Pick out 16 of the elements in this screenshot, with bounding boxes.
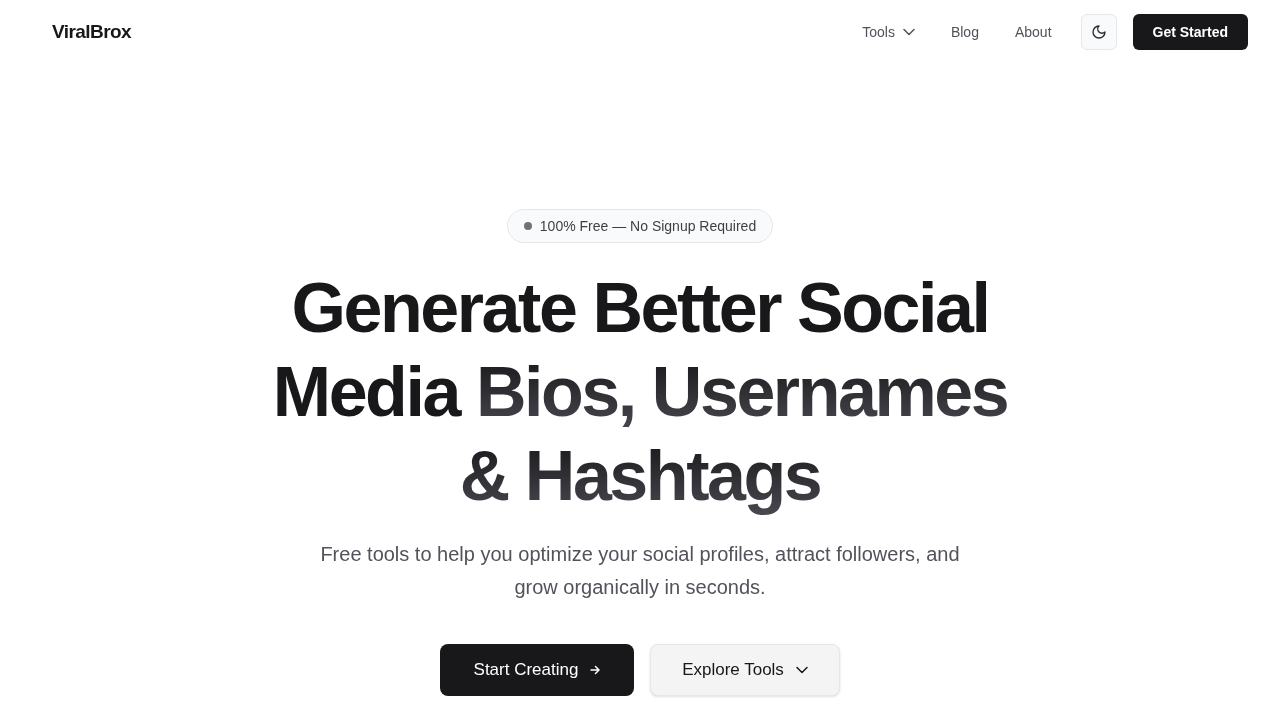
- start-creating-button[interactable]: Start Creating: [440, 644, 634, 696]
- tools-dropdown[interactable]: Tools: [862, 21, 915, 43]
- chevron-down-icon: [902, 28, 915, 36]
- hero-headline: Generate Better Social Media Bios, Usernames & Hashtags: [271, 268, 1009, 517]
- badge-text: 100% Free — No Signup Required: [539, 216, 757, 236]
- nav-link[interactable]: Blog: [950, 21, 979, 43]
- arrow-right-icon: [590, 665, 601, 675]
- hero-subtitle: Free tools to help you optimize your social profiles, attract followers, and grow organically in seconds.: [319, 542, 961, 600]
- dot-icon: [523, 222, 532, 230]
- logo[interactable]: ViralBrox: [52, 17, 131, 47]
- explore-tools-button[interactable]: Explore Tools: [650, 644, 840, 696]
- get-started-button[interactable]: Get Started: [1132, 14, 1248, 50]
- theme-toggle-button[interactable]: [1080, 14, 1117, 50]
- chevron-down-icon: [795, 666, 808, 674]
- moon-icon: [1090, 24, 1107, 40]
- nav-link[interactable]: About: [1014, 21, 1052, 43]
